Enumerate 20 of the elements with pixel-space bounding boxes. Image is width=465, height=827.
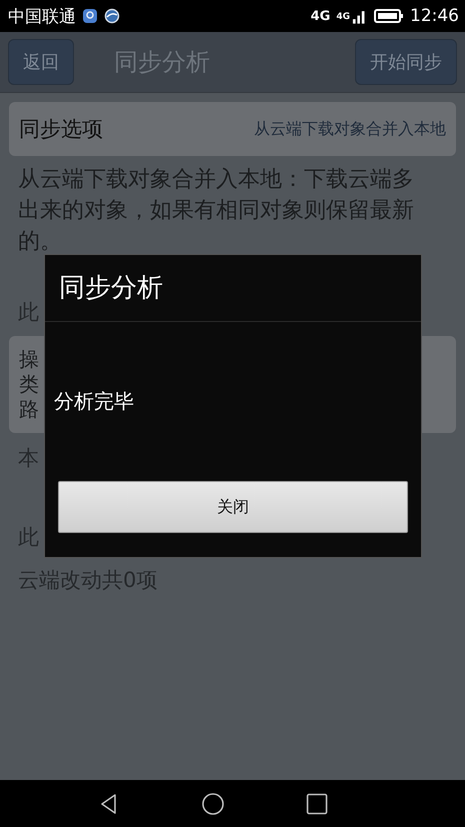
option-value: 从云端下载对象合并入本地 bbox=[254, 118, 446, 140]
globe-icon bbox=[104, 8, 120, 24]
clock: 12:46 bbox=[410, 6, 459, 26]
dialog-title: 同步分析 bbox=[45, 255, 421, 322]
dialog-message: 分析完毕 bbox=[54, 388, 134, 415]
network-type: 4G bbox=[336, 12, 350, 22]
option-label: 同步选项 bbox=[19, 116, 103, 143]
recents-icon[interactable] bbox=[304, 792, 328, 816]
description-text: 从云端下载对象合并入本地：下载云端多出来的对象，如果有相同对象则保留最新的。 bbox=[18, 166, 415, 256]
close-button[interactable]: 关闭 bbox=[58, 481, 408, 533]
home-icon[interactable] bbox=[200, 792, 224, 816]
back-button[interactable]: 返回 bbox=[8, 39, 74, 85]
change-detail: 类 bbox=[19, 372, 39, 397]
network-type: 4G bbox=[310, 8, 330, 24]
carrier-name: 中国联通 bbox=[8, 6, 76, 28]
sync-option-row[interactable]: 同步选项 从云端下载对象合并入本地 bbox=[9, 102, 456, 156]
battery-icon bbox=[374, 8, 404, 24]
change-detail: 操 bbox=[19, 347, 39, 372]
start-sync-button[interactable]: 开始同步 bbox=[355, 39, 457, 85]
change-detail: 路 bbox=[19, 397, 39, 422]
